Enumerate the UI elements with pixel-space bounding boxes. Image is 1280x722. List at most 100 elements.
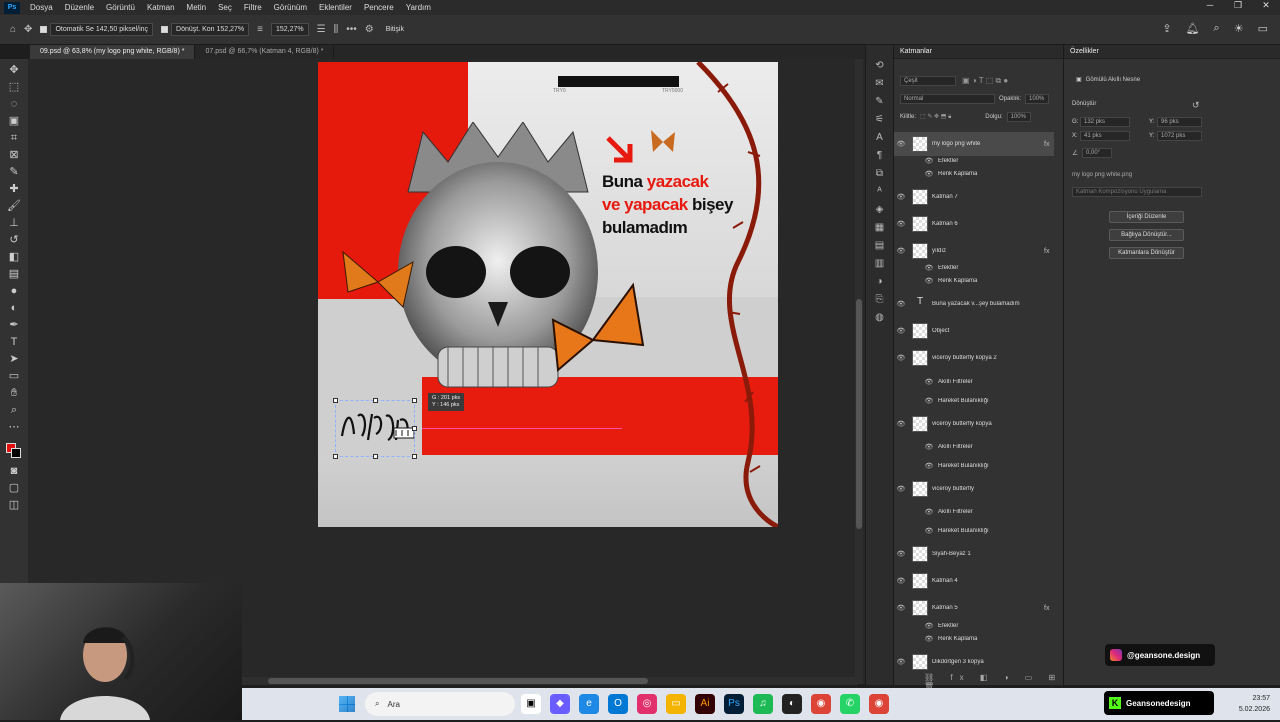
minimize-icon[interactable]: ─ (1196, 0, 1224, 15)
healing-icon[interactable]: ✚ (7, 182, 21, 196)
character-icon[interactable]: A (873, 132, 887, 144)
task-view-icon[interactable]: ▣ (521, 694, 541, 714)
visibility-eye-icon[interactable]: 👁︎ (894, 220, 908, 228)
menu-item[interactable]: Yardım (400, 3, 437, 12)
adjust-icon[interactable]: ⚟ (873, 114, 887, 126)
visibility-eye-icon[interactable]: 👁︎ (924, 527, 934, 535)
angle-field[interactable]: 0,00° (1082, 148, 1112, 158)
layer-sub-item[interactable]: 👁︎ Akıllı Filtreler (894, 441, 1054, 452)
visibility-eye-icon[interactable]: 👁︎ (894, 300, 908, 308)
layer-sub-item[interactable]: 👁︎ Renk Kaplama (894, 168, 1054, 179)
settings-gear-icon[interactable]: ⚙ (365, 24, 374, 35)
zoom-field[interactable]: 152,27% (271, 23, 309, 36)
layer-row[interactable]: 👁︎ Katman 7 (894, 185, 1054, 209)
pen-icon[interactable]: ✒ (7, 318, 21, 332)
vertical-scroll-thumb[interactable] (856, 299, 862, 529)
bell-icon[interactable]: 🔔︎ (1186, 22, 1200, 35)
handle-br[interactable] (412, 454, 417, 459)
chrome-icon[interactable]: ◉ (811, 694, 831, 714)
fx-icon[interactable]: fx (1044, 248, 1054, 255)
document-canvas[interactable]: TRY0 TRY5000 Buna yazacak ve yapacak bişe… (318, 62, 778, 527)
visibility-eye-icon[interactable]: 👁︎ (894, 550, 908, 558)
align-menu-icon[interactable]: ≡ (257, 24, 263, 35)
workspace-icon[interactable]: ▭ (1258, 22, 1268, 35)
convert-to-linked-button[interactable]: Bağlıya Dönüştür... (1109, 229, 1184, 241)
mode-select[interactable]: Bitişik (382, 23, 408, 36)
light-icon[interactable]: ☀ (1234, 22, 1244, 35)
handle-bl[interactable] (333, 454, 338, 459)
reset-transform-icon[interactable]: ↺ (1192, 100, 1200, 111)
hand-icon[interactable]: ✋︎ (7, 386, 21, 400)
type-icon[interactable]: T (7, 335, 21, 349)
widgets-icon[interactable]: ◆ (550, 694, 570, 714)
layer-row[interactable]: 👁︎ viceroy butterfly kopya (894, 412, 1054, 436)
layer-row[interactable]: 👁︎ Katman 4 (894, 569, 1054, 593)
outlook-icon[interactable]: O (608, 694, 628, 714)
menu-item[interactable]: Görüntü (100, 3, 141, 12)
visibility-eye-icon[interactable]: 👁︎ (894, 193, 908, 201)
brush-settings-icon[interactable]: ✎ (873, 96, 887, 108)
menu-item[interactable]: Eklentiler (313, 3, 358, 12)
lasso-icon[interactable]: ◌ (7, 97, 21, 111)
color-swatches[interactable] (4, 441, 24, 461)
horizontal-scroll-thumb[interactable] (268, 678, 648, 684)
zoom-icon[interactable]: ⌕ (7, 403, 21, 417)
layer-sub-item[interactable]: 👁︎ Hareket Bulanıklığı (894, 460, 1054, 471)
home-icon[interactable]: ⌂ (10, 24, 16, 35)
auto-select-checkbox[interactable]: Otomatik Se 142,50 piksel/inç (40, 23, 154, 36)
handle-tr[interactable] (412, 398, 417, 403)
visibility-eye-icon[interactable]: 👁︎ (924, 170, 934, 178)
grid-icon[interactable]: ▦ (873, 222, 887, 234)
vertical-scrollbar[interactable] (855, 59, 863, 684)
layer-row[interactable]: 👁︎ viceroy butterfly (894, 477, 1054, 501)
instagram-app-icon[interactable]: ◎ (637, 694, 657, 714)
brush-icon[interactable]: 🖌︎ (7, 199, 21, 213)
visibility-eye-icon[interactable]: 👁︎ (924, 635, 934, 643)
visibility-eye-icon[interactable]: 👁︎ (924, 508, 934, 516)
paths-icon[interactable]: ◍ (873, 312, 887, 324)
spotify-icon[interactable]: ♫ (753, 694, 773, 714)
y-field[interactable]: 1072 pks (1157, 131, 1202, 141)
visibility-eye-icon[interactable]: 👁︎ (924, 397, 934, 405)
visibility-eye-icon[interactable]: 👁︎ (924, 622, 934, 630)
menu-item[interactable]: Düzenle (59, 3, 100, 12)
layer-sub-item[interactable]: 👁︎ Hareket Bulanıklığı (894, 525, 1054, 536)
visibility-eye-icon[interactable]: 👁︎ (894, 485, 908, 493)
crop-icon[interactable]: ⌗ (7, 131, 21, 145)
gradient-icon[interactable]: ▤ (7, 267, 21, 281)
quick-mask-icon[interactable]: ◙ (7, 464, 21, 478)
layer-sub-item[interactable]: 👁︎ Akıllı Filtreler (894, 376, 1054, 387)
history-icon[interactable]: ⟲ (873, 60, 887, 72)
history-brush-icon[interactable]: ↺ (7, 233, 21, 247)
visibility-eye-icon[interactable]: 👁︎ (924, 378, 934, 386)
screen-mode-icon[interactable]: ▢ (7, 481, 21, 495)
eraser-icon[interactable]: ◧ (7, 250, 21, 264)
illustrator-icon[interactable]: Ai (695, 694, 715, 714)
convert-to-layers-button[interactable]: Katmanlara Dönüştür (1109, 247, 1184, 259)
taskbar-search[interactable]: ⌕ Ara (365, 692, 515, 716)
menu-item[interactable]: Metin (181, 3, 213, 12)
visibility-eye-icon[interactable]: 👁︎ (894, 327, 908, 335)
background-color[interactable] (11, 448, 21, 458)
restore-icon[interactable]: ❐ (1224, 0, 1252, 15)
visibility-eye-icon[interactable]: 👁︎ (924, 157, 934, 165)
distribute-icon[interactable]: ⫼ (334, 24, 339, 35)
more-icon[interactable]: ••• (346, 24, 357, 35)
whatsapp-icon[interactable]: ✆ (840, 694, 860, 714)
fx-icon[interactable]: fx (1044, 605, 1054, 612)
frame-icon[interactable]: ⊠ (7, 148, 21, 162)
visibility-eye-icon[interactable]: 👁︎ (924, 277, 934, 285)
height-field[interactable]: 96 pks (1157, 117, 1202, 127)
fx-icon[interactable]: fx (1044, 141, 1054, 148)
visibility-eye-icon[interactable]: 👁︎ (894, 140, 908, 148)
width-field[interactable]: 132 pks (1080, 117, 1130, 127)
layer-row[interactable]: 👁︎ yıldız fx (894, 239, 1054, 263)
visibility-eye-icon[interactable]: 👁︎ (924, 462, 934, 470)
frame-mode-icon[interactable]: ◫ (7, 498, 21, 512)
handle-tl[interactable] (333, 398, 338, 403)
layer-row[interactable]: 👁︎ T Buna yazacak v...şey bulamadım (894, 292, 1054, 316)
share-icon[interactable]: ⇪ (1162, 22, 1171, 35)
layer-row[interactable]: 👁︎ Siyah-Beyaz 1 (894, 542, 1054, 566)
auto-select-field[interactable]: Otomatik Se 142,50 piksel/inç (50, 23, 154, 36)
layer-row[interactable]: 👁︎ Object (894, 319, 1054, 343)
